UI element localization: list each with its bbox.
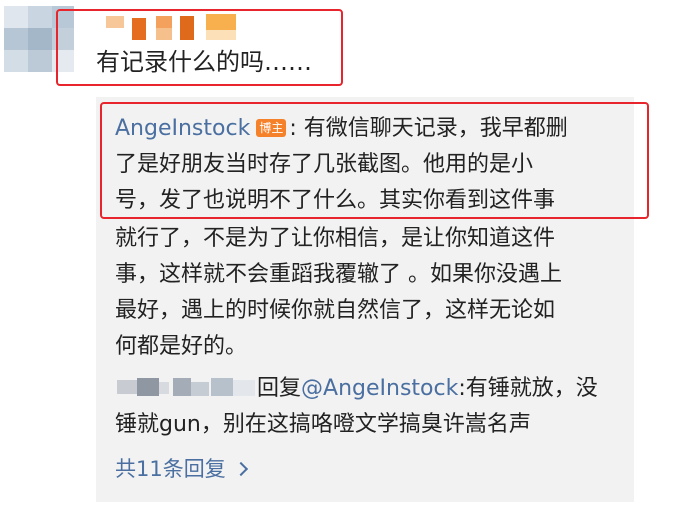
sub-reply-line-2: 锤就gun，别在这搞咯噔文学搞臭许嵩名声 — [115, 412, 531, 437]
chevron-right-icon — [233, 461, 248, 477]
sub-reply-username-redacted[interactable] — [115, 376, 257, 398]
more-replies-label: 共11条回复 — [115, 457, 226, 481]
reply-line-4: 就行了，不是为了让你相信，是让你知道这件 — [115, 226, 556, 251]
highlight-box-reply — [100, 102, 649, 219]
reply-word: 回复 — [257, 376, 302, 401]
sub-reply-line-1: 回复@AngeInstock:有锤就放，没 — [115, 374, 598, 404]
sub-reply-text-1: :有锤就放，没 — [458, 376, 598, 401]
mention-link[interactable]: @AngeInstock — [301, 376, 458, 401]
reply-line-7: 何都是好的。 — [115, 334, 248, 359]
more-replies-link[interactable]: 共11条回复 — [115, 454, 248, 485]
highlight-box-comment — [56, 9, 343, 86]
reply-line-6: 最好，遇上的时候你就自然信了，这样无论如 — [115, 298, 556, 323]
reply-line-5: 事，这样就不会重蹈我覆辙了 。如果你没遇上 — [115, 262, 562, 287]
